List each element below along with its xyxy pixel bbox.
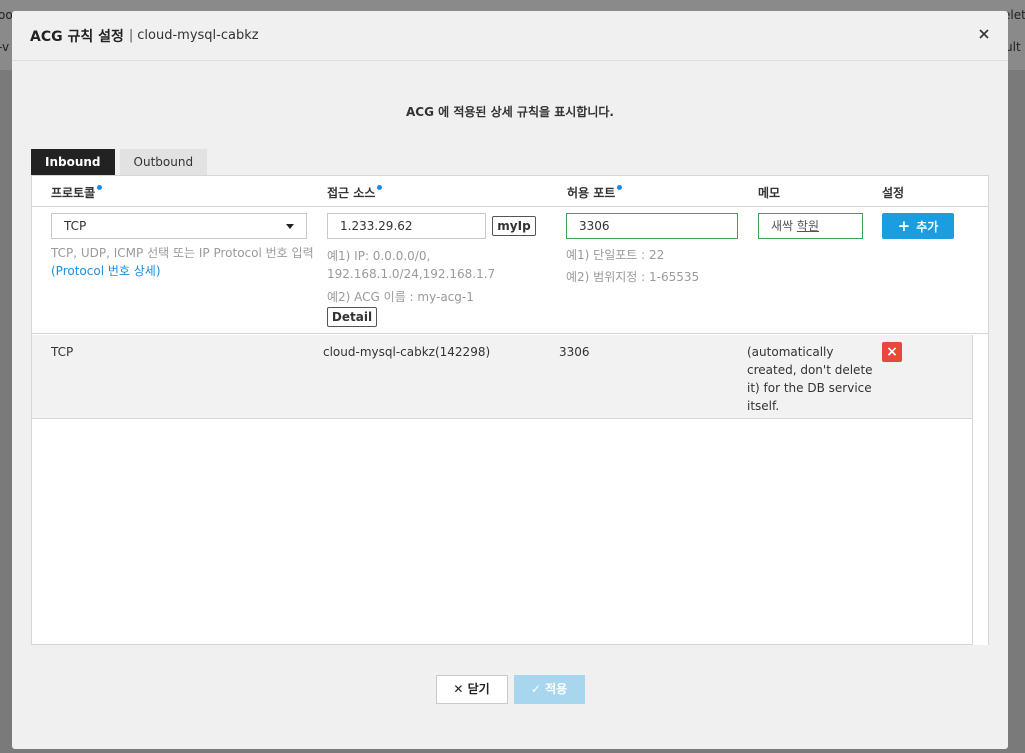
tab-bar: Inbound Outbound	[31, 149, 208, 175]
port-hint: 예1) 단일포트 : 22 예2) 범위지정 : 1-65535	[566, 244, 699, 288]
source-hint-line: 예1) IP: 0.0.0.0/0,	[327, 249, 431, 263]
table-row: TCP cloud-mysql-cabkz(142298) 3306 (auto…	[32, 335, 972, 419]
protocol-number-link[interactable]: (Protocol 번호 상세)	[51, 262, 314, 280]
memo-text-underlined: 학원	[796, 219, 819, 233]
title-separator: |	[128, 28, 134, 43]
apply-button[interactable]: ✓ 적용	[513, 675, 585, 704]
memo-line: created, don't delete	[747, 363, 873, 377]
protocol-select[interactable]: TCP	[51, 213, 307, 239]
modal-title: ACG 규칙 설정	[30, 28, 124, 45]
port-hint-line: 예2) 범위지정 : 1-65535	[566, 270, 700, 284]
column-header-label: 허용 포트	[567, 186, 616, 200]
rule-port: 3306	[559, 345, 590, 359]
port-input[interactable]: 3306	[566, 213, 738, 239]
close-button-label: 닫기	[467, 682, 490, 696]
close-icon: ✕	[453, 682, 464, 696]
rule-protocol: TCP	[51, 345, 74, 359]
delete-rule-button[interactable]: ×	[882, 342, 902, 362]
port-hint-line: 예1) 단일포트 : 22	[566, 248, 665, 262]
new-rule-input-row: TCP TCP, UDP, ICMP 선택 또는 IP Protocol 번호 …	[32, 207, 988, 334]
memo-line: (automatically	[747, 345, 834, 359]
source-hint-line: 192.168.1.0/24,192.168.1.7	[327, 267, 496, 281]
close-button[interactable]: ✕ 닫기	[435, 675, 508, 704]
memo-input[interactable]: 새싹 학원	[758, 213, 863, 239]
rule-memo: (automatically created, don't delete it)…	[747, 343, 873, 415]
rule-list: TCP cloud-mysql-cabkz(142298) 3306 (auto…	[32, 335, 972, 419]
add-rule-button[interactable]: + 추가	[882, 213, 954, 239]
myip-button[interactable]: myIp	[492, 216, 536, 236]
required-dot-icon	[617, 185, 623, 190]
memo-line: it) for the DB service	[747, 381, 872, 395]
column-header-label: 프로토콜	[51, 186, 96, 200]
modal-footer: ✕ 닫기 ✓ 적용	[12, 675, 1008, 704]
background-text: oo	[0, 8, 13, 22]
memo-text: 새싹	[771, 219, 797, 233]
check-icon: ✓	[530, 682, 541, 696]
column-header-memo: 메모	[758, 186, 781, 200]
protocol-hint: TCP, UDP, ICMP 선택 또는 IP Protocol 번호 입력 (…	[51, 244, 314, 280]
source-hint: 예1) IP: 0.0.0.0/0, 192.168.1.0/24,192.16…	[327, 247, 495, 306]
source-hint-line: 예2) ACG 이름 : my-acg-1	[327, 290, 474, 304]
close-icon: ×	[886, 344, 898, 360]
memo-line: itself.	[747, 399, 780, 413]
column-header-source: 접근 소스	[327, 184, 383, 201]
required-dot-icon	[377, 185, 383, 190]
modal-description: ACG 에 적용된 상세 규칙을 표시합니다.	[406, 105, 614, 119]
column-header-protocol: 프로토콜	[51, 184, 103, 201]
close-icon[interactable]	[976, 26, 992, 42]
modal-header: ACG 규칙 설정 | cloud-mysql-cabkz	[12, 11, 1008, 61]
table-header: 프로토콜 접근 소스 허용 포트 메모 설정	[32, 176, 988, 207]
detail-button[interactable]: Detail	[327, 307, 377, 327]
caret-down-icon	[286, 224, 294, 229]
apply-button-label: 적용	[545, 682, 568, 696]
rule-source: cloud-mysql-cabkz(142298)	[323, 345, 491, 359]
column-header-port: 허용 포트	[567, 184, 623, 201]
tab-outbound[interactable]: Outbound	[119, 149, 208, 175]
protocol-hint-text: TCP, UDP, ICMP 선택 또는 IP Protocol 번호 입력	[51, 246, 314, 260]
modal-subtitle: cloud-mysql-cabkz	[137, 28, 259, 43]
vertical-scrollbar[interactable]	[972, 335, 988, 645]
background-text: -v	[0, 40, 10, 54]
required-dot-icon	[97, 185, 103, 190]
protocol-select-value: TCP	[64, 219, 87, 233]
tab-inbound[interactable]: Inbound	[31, 149, 115, 175]
column-header-label: 접근 소스	[327, 186, 376, 200]
source-input[interactable]: 1.233.29.62	[327, 213, 486, 239]
column-header-settings: 설정	[882, 186, 905, 200]
plus-icon: +	[897, 217, 911, 235]
rules-panel: 프로토콜 접근 소스 허용 포트 메모 설정 TCP TCP, UDP, ICM…	[31, 175, 989, 645]
add-button-label: 추가	[916, 220, 939, 234]
acg-rule-modal: ACG 규칙 설정 | cloud-mysql-cabkz ACG 에 적용된 …	[12, 11, 1008, 749]
